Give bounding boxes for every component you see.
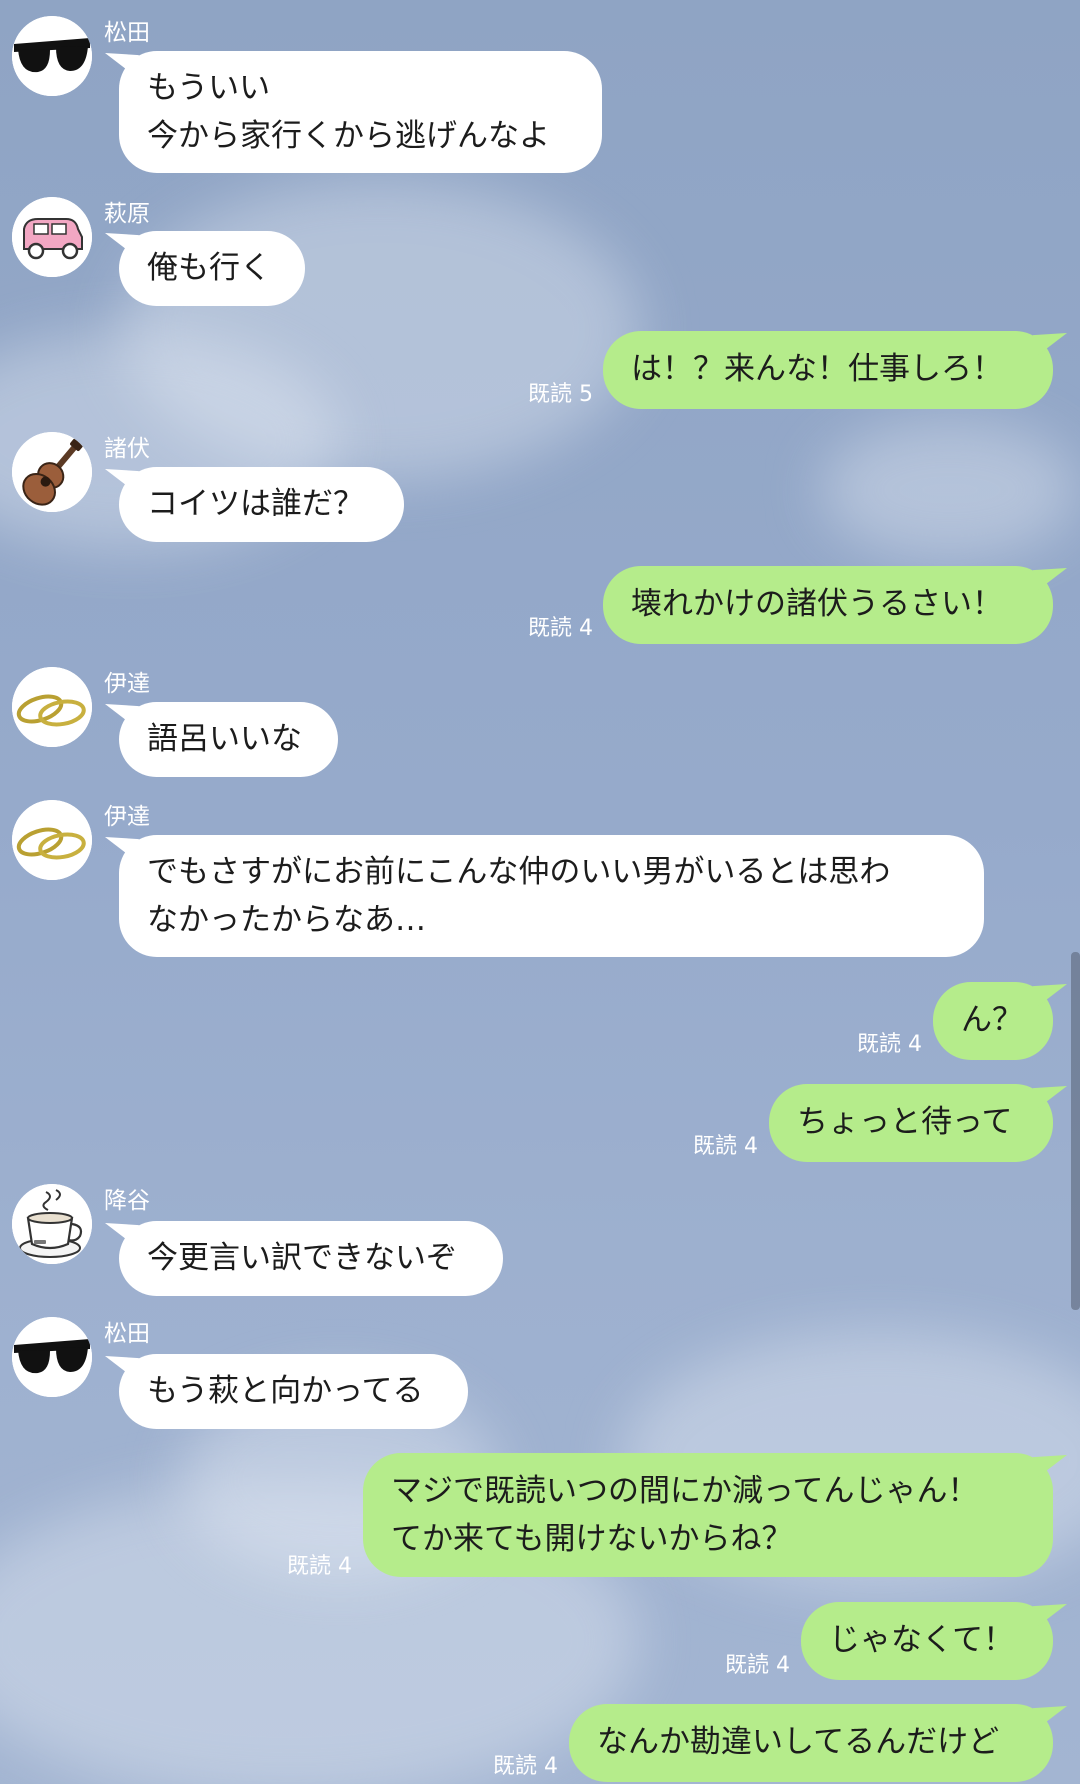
read-receipt: 既読 4 — [528, 616, 593, 641]
sunglasses-icon[interactable] — [12, 16, 92, 96]
chat-view[interactable]: 松田 もういい 今から家行くから逃げんなよ 萩原 俺も行く 既読 5 は！？来ん… — [0, 0, 1080, 1784]
message-text: マジで既読いつの間にか減ってんじゃん！ — [391, 1473, 979, 1509]
message-bubble[interactable]: ちょっと待って — [769, 1084, 1053, 1162]
message-bubble[interactable]: でもさすがにお前にこんな仲のいい男がいるとは思わ なかったからなあ… — [119, 835, 984, 957]
message-text: じゃなくて！ — [829, 1622, 1015, 1658]
message-bubble[interactable]: ん？ — [933, 982, 1053, 1060]
message-text: 語呂いいな — [147, 721, 302, 757]
message-bubble[interactable]: 語呂いいな — [119, 702, 338, 777]
read-receipt: 既読 4 — [493, 1754, 558, 1779]
scrollbar[interactable] — [1071, 952, 1080, 1310]
read-receipt: 既読 4 — [287, 1554, 352, 1579]
sender-name: 諸伏 — [104, 436, 150, 462]
message-text: てか来ても開けないからね？ — [391, 1521, 793, 1557]
message-text: ちょっと待って — [797, 1104, 1013, 1140]
sender-name: 伊達 — [104, 671, 150, 697]
sender-name: 萩原 — [104, 201, 150, 227]
message-bubble[interactable]: もういい 今から家行くから逃げんなよ — [119, 51, 602, 173]
message-text: 今更言い訳できないぞ — [147, 1240, 457, 1276]
message-text: ん？ — [961, 1002, 1023, 1038]
rings-icon[interactable] — [12, 667, 92, 747]
message-bubble[interactable]: は！？来んな！仕事しろ！ — [603, 331, 1053, 409]
read-receipt: 既読 5 — [528, 382, 593, 407]
message-bubble[interactable]: 今更言い訳できないぞ — [119, 1221, 503, 1296]
guitar-icon[interactable] — [12, 432, 92, 512]
read-receipt: 既読 4 — [725, 1653, 790, 1678]
sender-name: 松田 — [104, 1321, 150, 1347]
message-bubble[interactable]: 壊れかけの諸伏うるさい！ — [603, 566, 1053, 644]
sender-name: 松田 — [104, 20, 150, 46]
message-bubble[interactable]: もう萩と向かってる — [119, 1354, 468, 1429]
sender-name: 降谷 — [104, 1188, 150, 1214]
coffee-cup-icon[interactable] — [12, 1184, 92, 1264]
read-receipt: 既読 4 — [857, 1032, 922, 1057]
message-bubble[interactable]: コイツは誰だ？ — [119, 467, 404, 542]
rings-icon[interactable] — [12, 800, 92, 880]
read-receipt: 既読 4 — [693, 1134, 758, 1159]
message-bubble[interactable]: じゃなくて！ — [801, 1602, 1053, 1680]
pink-car-icon[interactable] — [12, 197, 92, 277]
message-bubble[interactable]: 俺も行く — [119, 231, 305, 306]
message-text: は！？来んな！仕事しろ！ — [631, 351, 1003, 387]
message-text: 俺も行く — [147, 250, 271, 286]
message-text: なかったからなあ… — [147, 902, 426, 938]
message-text: 今から家行くから逃げんなよ — [147, 118, 550, 154]
sunglasses-icon[interactable] — [12, 1317, 92, 1397]
message-text: もう萩と向かってる — [147, 1373, 424, 1409]
message-bubble[interactable]: マジで既読いつの間にか減ってんじゃん！ てか来ても開けないからね？ — [363, 1453, 1053, 1577]
message-bubble[interactable]: なんか勘違いしてるんだけど — [569, 1704, 1053, 1782]
message-text: コイツは誰だ？ — [147, 486, 364, 522]
message-text: もういい — [147, 70, 271, 106]
sender-name: 伊達 — [104, 804, 150, 830]
message-text: でもさすがにお前にこんな仲のいい男がいるとは思わ — [147, 854, 891, 890]
message-text: なんか勘違いしてるんだけど — [597, 1724, 1000, 1760]
message-text: 壊れかけの諸伏うるさい！ — [631, 586, 1003, 622]
